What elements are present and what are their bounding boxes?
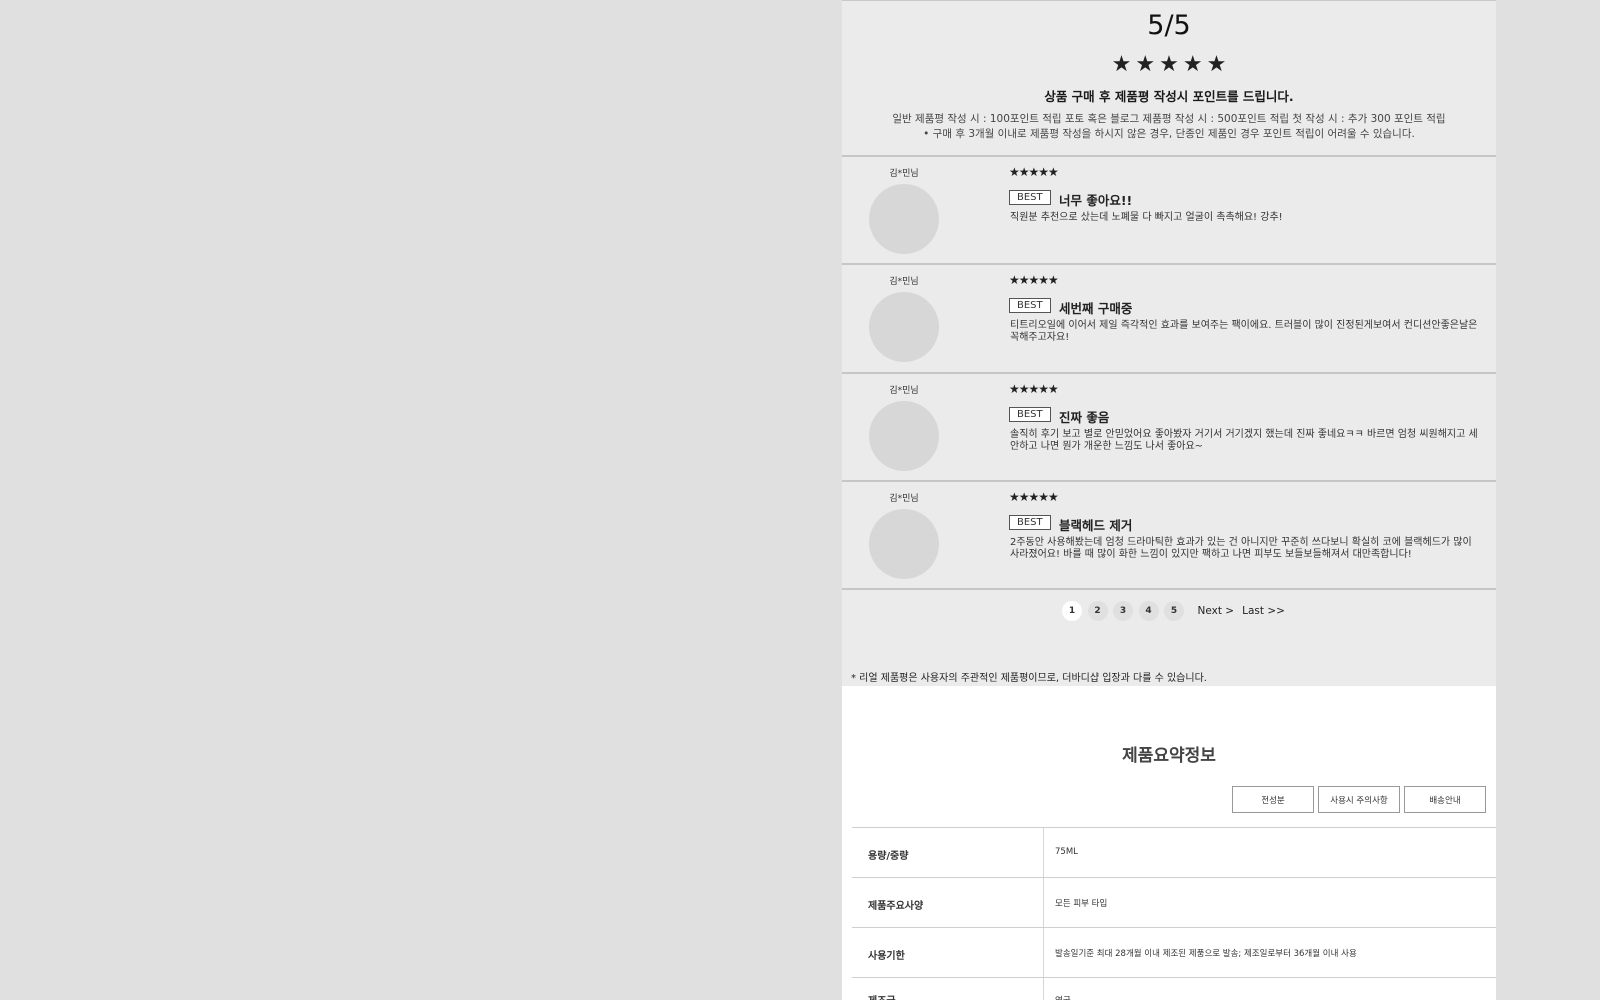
best-badge: BEST (1009, 407, 1051, 422)
row-value: 75ML (1055, 847, 1078, 857)
promo-title: 상품 구매 후 제품평 작성시 포인트를 드립니다. (1044, 89, 1294, 104)
row-value: 발송일기준 최대 28개월 이내 제조된 제품으로 발송; 제조일로부터 36개… (1055, 949, 1357, 959)
rating-score: 5/5 (1147, 10, 1191, 41)
row-label: 용량/중량 (868, 851, 909, 862)
review-section: 5/5 ★ ★ ★ ★ ★ 상품 구매 후 제품평 작성시 포인트를 드립니다. 일반 … (842, 0, 1496, 686)
table-row: 제조국 영국 (852, 977, 1496, 1000)
ingredients-button[interactable]: 전성분 (1232, 786, 1314, 813)
review-item: 김*민님 ★★★★★ BEST 세번째 구매중 티트리오일에 이어서 제일 즉각… (842, 265, 1496, 374)
reviewer-name: 김*민님 (889, 169, 919, 179)
promo-line: • 구매 후 3개월 이내로 제품평 작성을 하시지 않은 경우, 단종인 제품… (923, 128, 1415, 140)
star-icon: ★ (1111, 52, 1132, 77)
review-body: 직원분 추천으로 샀는데 노폐물 다 빠지고 얼굴이 촉촉해요! 강추! (1010, 212, 1283, 223)
page-3-button[interactable]: 3 (1113, 601, 1133, 621)
review-notice: * 리얼 제품평은 사용자의 주관적인 제품평이므로, 더바디샵 입장과 다를 … (851, 673, 1207, 684)
star-icon: ★ (1182, 52, 1203, 77)
next-page-link[interactable]: Next > (1198, 605, 1235, 617)
divider (1043, 978, 1044, 1000)
star-icon: ★ (1206, 52, 1227, 77)
last-page-link[interactable]: Last >> (1242, 605, 1285, 617)
divider (1043, 878, 1044, 927)
page-1-button[interactable]: 1 (1062, 601, 1082, 621)
review-title[interactable]: 블랙헤드 제거 (1059, 515, 1132, 534)
review-stars: ★★★★★ (1009, 165, 1059, 179)
page-4-button[interactable]: 4 (1138, 601, 1159, 621)
review-body: 2주동안 사용해봤는데 엄청 드라마틱한 효과가 있는 건 아니지만 꾸준히 쓰… (1010, 537, 1472, 560)
review-body: 티트리오일에 이어서 제일 즉각적인 효과를 보여주는 팩이에요. 트러블이 많… (1010, 320, 1478, 343)
table-row: 제품주요사양 모든 피부 타입 (852, 877, 1496, 927)
product-detail-panel: 5/5 ★ ★ ★ ★ ★ 상품 구매 후 제품평 작성시 포인트를 드립니다. 일반 … (842, 0, 1496, 1000)
rating-stars: ★ ★ ★ ★ ★ (842, 52, 1496, 77)
shipping-info-button[interactable]: 배송안내 (1404, 786, 1486, 813)
star-icon: ★ (1135, 52, 1156, 77)
divider (842, 588, 1496, 590)
reviewer-name: 김*민님 (889, 277, 919, 287)
table-row: 사용기한 발송일기준 최대 28개월 이내 제조된 제품으로 발송; 제조일로부… (852, 927, 1496, 977)
precautions-button[interactable]: 사용시 주의사항 (1318, 786, 1400, 813)
reviewer-name: 김*민님 (889, 494, 919, 504)
page-5-button[interactable]: 5 (1164, 601, 1184, 621)
review-stars: ★★★★★ (1009, 490, 1059, 504)
review-title[interactable]: 세번째 구매중 (1059, 298, 1132, 317)
row-label: 제조국 (868, 992, 896, 1000)
best-badge: BEST (1009, 190, 1051, 205)
review-item: 김*민님 ★★★★★ BEST 블랙헤드 제거 2주동안 사용해봤는데 엄청 드… (842, 482, 1496, 590)
section-title: 제품요약정보 (1122, 746, 1216, 766)
divider (1043, 828, 1044, 877)
review-title[interactable]: 진짜 좋음 (1059, 407, 1109, 426)
row-value: 모든 피부 타입 (1055, 899, 1108, 909)
best-badge: BEST (1009, 515, 1051, 530)
product-info-section: 제품요약정보 전성분 사용시 주의사항 배송안내 용량/중량 75ML 제품주요… (842, 686, 1496, 1000)
best-badge: BEST (1009, 298, 1051, 313)
review-item: 김*민님 ★★★★★ BEST 진짜 좋음 솔직히 후기 보고 별로 안믿었어요… (842, 374, 1496, 482)
divider (842, 0, 1496, 1)
row-value: 영국 (1055, 994, 1071, 1000)
avatar (869, 509, 939, 579)
reviewer-name: 김*민님 (889, 386, 919, 396)
promo-line: 일반 제품평 작성 시 : 100포인트 적립 포토 혹은 블로그 제품평 작성… (892, 113, 1446, 125)
review-stars: ★★★★★ (1009, 273, 1059, 287)
review-stars: ★★★★★ (1009, 382, 1059, 396)
avatar (869, 184, 939, 254)
review-title[interactable]: 너무 좋아요!! (1059, 190, 1132, 209)
review-body: 솔직히 후기 보고 별로 안믿었어요 좋아봤자 거기서 거기겠지 했는데 진짜 … (1010, 429, 1478, 452)
product-info-table: 용량/중량 75ML 제품주요사양 모든 피부 타입 사용기한 발송일기준 최대… (852, 827, 1496, 1000)
row-label: 제품주요사양 (868, 901, 924, 912)
avatar (869, 401, 939, 471)
page-2-button[interactable]: 2 (1087, 601, 1108, 621)
avatar (869, 292, 939, 362)
star-icon: ★ (1159, 52, 1179, 77)
row-label: 사용기한 (868, 951, 905, 962)
pagination: 1 2 3 4 5 Next > Last >> (1062, 601, 1285, 621)
table-row: 용량/중량 75ML (852, 827, 1496, 877)
promo-description: 일반 제품평 작성 시 : 100포인트 적립 포토 혹은 블로그 제품평 작성… (842, 112, 1496, 142)
review-item: 김*민님 ★★★★★ BEST 너무 좋아요!! 직원분 추천으로 샀는데 노폐… (842, 157, 1496, 265)
divider (1043, 928, 1044, 977)
